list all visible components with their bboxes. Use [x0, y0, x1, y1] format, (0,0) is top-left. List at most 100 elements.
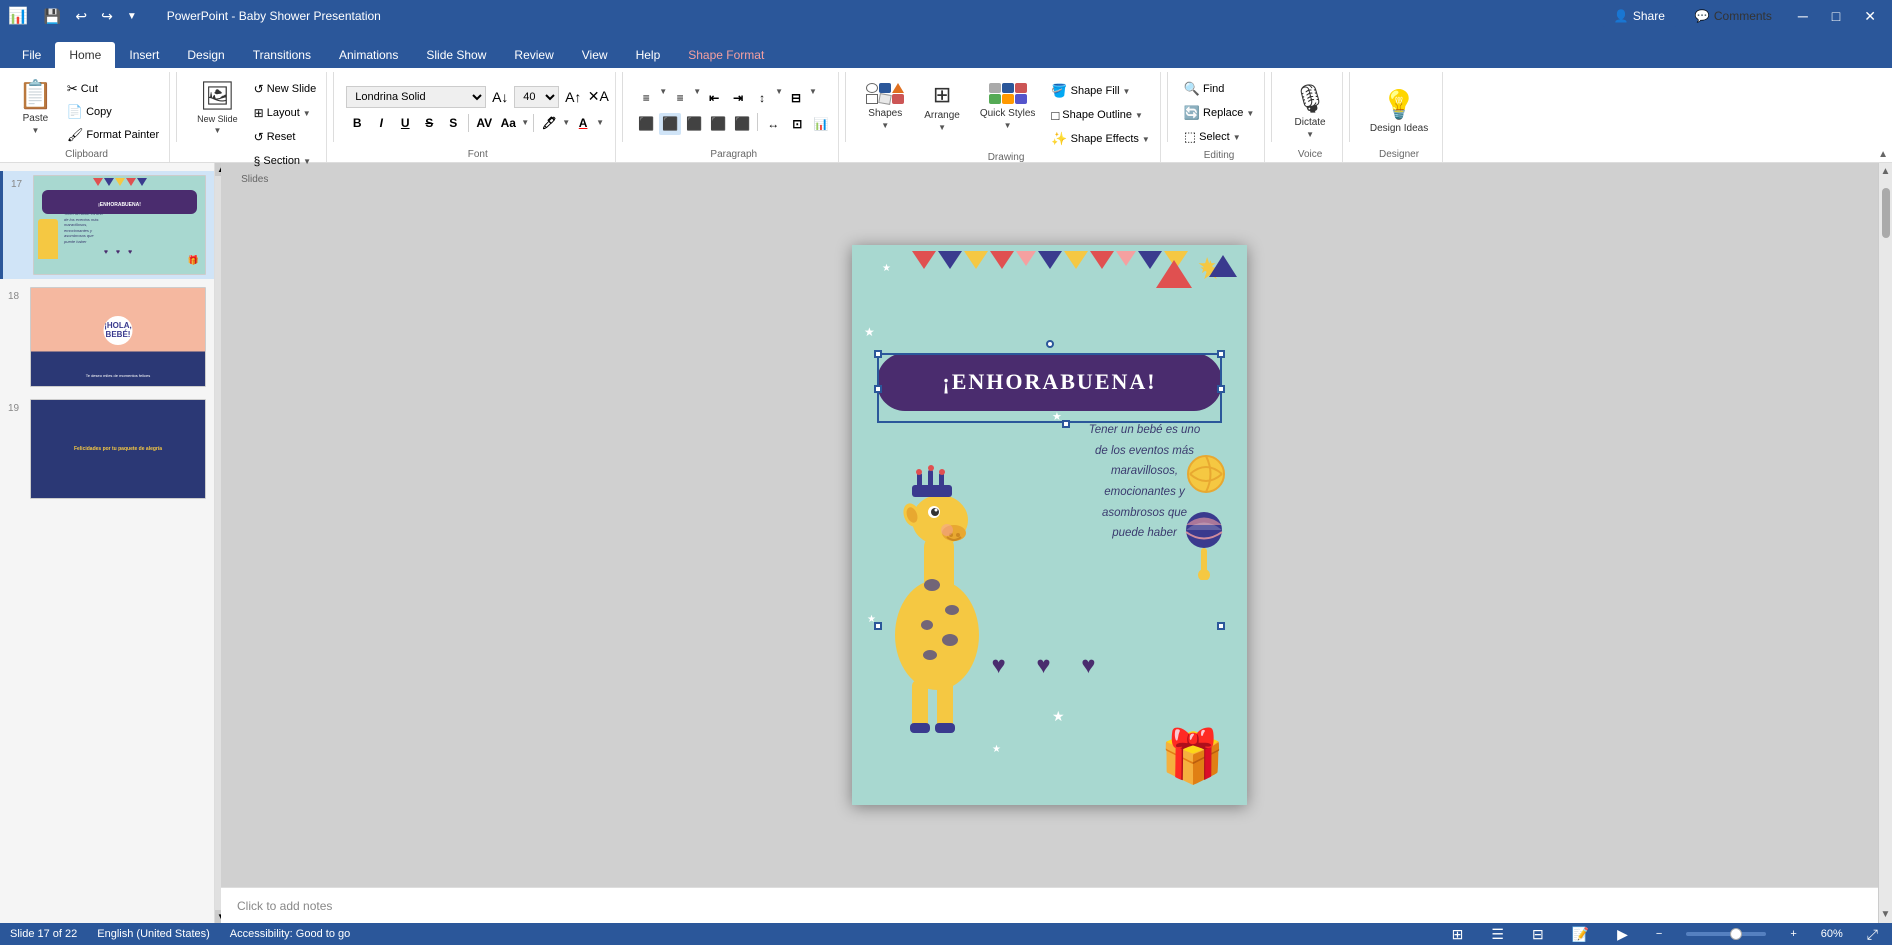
slide-thumb-18[interactable]: 18 ¡HOLA,BEBÉ! Te deseo miles de momento…: [0, 283, 214, 391]
paste-button[interactable]: 📋 Paste ▼: [10, 74, 61, 139]
layout-button[interactable]: ⊞ Layout ▼: [250, 102, 321, 124]
align-text-button[interactable]: ⊡: [786, 113, 808, 135]
shapes-button[interactable]: Shapes ▼: [858, 74, 912, 139]
numbering-button[interactable]: ≡: [669, 87, 691, 109]
shape-effects-button[interactable]: ✨ Shape Effects ▼: [1047, 128, 1153, 150]
highlight-button[interactable]: 🖊: [538, 112, 560, 134]
indent-less-button[interactable]: ⇤: [703, 87, 725, 109]
cut-button[interactable]: ✂ Cut: [63, 78, 163, 100]
zoom-in-button[interactable]: +: [1786, 926, 1800, 942]
notes-bar[interactable]: Click to add notes: [221, 887, 1878, 923]
line-spacing-button[interactable]: ↕: [751, 87, 773, 109]
voice-group-label: Voice: [1298, 147, 1322, 160]
tab-review[interactable]: Review: [500, 42, 567, 68]
arrange-button[interactable]: ⊞ Arrange ▼: [916, 74, 968, 139]
text-direction-button[interactable]: ↔: [762, 113, 784, 135]
scroll-thumb[interactable]: [1882, 188, 1890, 238]
tab-home[interactable]: Home: [55, 42, 115, 68]
star-white-4: ★: [992, 744, 1001, 755]
shadow-button[interactable]: S: [442, 112, 464, 134]
new-slide-button[interactable]: 🖼 New Slide ▼: [189, 74, 246, 139]
tab-slideshow[interactable]: Slide Show: [412, 42, 500, 68]
tab-insert[interactable]: Insert: [115, 42, 173, 68]
tab-shape-format[interactable]: Shape Format: [674, 42, 778, 68]
tab-help[interactable]: Help: [622, 42, 675, 68]
notes-placeholder[interactable]: Click to add notes: [237, 899, 332, 913]
change-case-button[interactable]: Aa: [497, 112, 519, 134]
title-banner[interactable]: ¡ENHORABUENA!: [877, 353, 1222, 411]
columns-button[interactable]: ⊟: [785, 87, 807, 109]
indent-more-button[interactable]: ⇥: [727, 87, 749, 109]
tab-transitions[interactable]: Transitions: [239, 42, 325, 68]
align-left-button[interactable]: ⬛: [635, 113, 657, 135]
find-button[interactable]: 🔍 Find: [1180, 78, 1229, 100]
select-button[interactable]: ⬚ Select ▼: [1180, 126, 1245, 148]
status-bar: Slide 17 of 22 English (United States) A…: [0, 923, 1892, 945]
design-ideas-button[interactable]: 💡 Design Ideas: [1362, 78, 1436, 143]
zoom-level[interactable]: 60%: [1821, 928, 1843, 940]
char-spacing-button[interactable]: AV: [473, 112, 495, 134]
font-size-select[interactable]: 40: [514, 86, 559, 108]
italic-button[interactable]: I: [370, 112, 392, 134]
font-size-increase[interactable]: A↑: [562, 86, 584, 108]
format-painter-button[interactable]: 🖌 Format Painter: [63, 124, 163, 146]
triangle-top-right2: [1209, 255, 1237, 277]
notes-page-button[interactable]: 📝: [1568, 924, 1593, 945]
justify-button[interactable]: ⬛: [707, 113, 729, 135]
quick-access-redo[interactable]: ↪: [97, 6, 117, 27]
collapse-ribbon-button[interactable]: ▲: [1878, 149, 1888, 160]
fit-to-window-button[interactable]: ⤢: [1863, 924, 1882, 945]
gift-box: 🎁: [1160, 726, 1225, 787]
scroll-up-button[interactable]: ▲: [1878, 163, 1892, 180]
slideshow-button[interactable]: ▶: [1613, 924, 1632, 945]
star-white-3: ★: [1052, 708, 1065, 725]
paragraph-group-label: Paragraph: [710, 147, 757, 160]
copy-button[interactable]: 📄 Copy: [63, 101, 163, 123]
reuse-slides-button[interactable]: ↺ New Slide: [250, 78, 321, 100]
designer-group-label: Designer: [1379, 147, 1419, 160]
slide-sorter-button[interactable]: ⊟: [1528, 924, 1548, 945]
strikethrough-button[interactable]: S: [418, 112, 440, 134]
scroll-down-button[interactable]: ▼: [1878, 906, 1892, 923]
font-color-button[interactable]: A: [572, 112, 594, 134]
minimize-button[interactable]: ─: [1790, 4, 1816, 28]
app-title: PowerPoint - Baby Shower Presentation: [167, 9, 381, 23]
tab-animations[interactable]: Animations: [325, 42, 412, 68]
slide-thumb-19[interactable]: 19 Felicidades por tu paquete de alegría: [0, 395, 214, 503]
maximize-button[interactable]: □: [1824, 4, 1848, 28]
zoom-out-button[interactable]: −: [1652, 926, 1666, 942]
smartart-button[interactable]: 📊: [810, 113, 832, 135]
quick-access-undo[interactable]: ↩: [71, 6, 91, 27]
shape-fill-button[interactable]: 🪣 Shape Fill ▼: [1047, 80, 1153, 102]
main-slide[interactable]: ★ ★ ★ ★ ¡ENHORABUENA! Tener u: [852, 245, 1247, 805]
font-size-decrease[interactable]: A↓: [489, 86, 511, 108]
tab-design[interactable]: Design: [173, 42, 238, 68]
comments-button[interactable]: 💬 Comments: [1685, 5, 1782, 27]
bold-button[interactable]: B: [346, 112, 368, 134]
dictate-button[interactable]: 🎙 Dictate ▼: [1284, 78, 1336, 143]
clear-format-button[interactable]: ✕A: [587, 86, 609, 108]
distributed-button[interactable]: ⬛: [731, 113, 753, 135]
section-button[interactable]: § Section ▼: [250, 150, 321, 172]
zoom-slider[interactable]: [1686, 932, 1766, 936]
bullets-button[interactable]: ≡: [635, 87, 657, 109]
normal-view-button[interactable]: ⊞: [1448, 924, 1468, 945]
outline-view-button[interactable]: ☰: [1487, 924, 1508, 945]
close-button[interactable]: ✕: [1856, 4, 1884, 29]
replace-button[interactable]: 🔄 Replace ▼: [1180, 102, 1258, 124]
align-center-button[interactable]: ⬛: [659, 113, 681, 135]
underline-button[interactable]: U: [394, 112, 416, 134]
editing-group-label: Editing: [1204, 148, 1235, 161]
quick-access-more[interactable]: ▼: [123, 9, 141, 24]
shape-outline-button[interactable]: □ Shape Outline ▼: [1047, 104, 1153, 126]
share-button[interactable]: 👤 Share: [1602, 5, 1677, 27]
align-right-button[interactable]: ⬛: [683, 113, 705, 135]
slide-thumb-17[interactable]: 17 ¡ENHORABUENA: [0, 171, 214, 279]
quick-styles-button[interactable]: Quick Styles ▼: [972, 74, 1044, 139]
quick-access-save[interactable]: 💾: [40, 6, 65, 27]
reset-button[interactable]: ↺ Reset: [250, 126, 321, 148]
tab-view[interactable]: View: [568, 42, 622, 68]
giraffe: [882, 415, 1022, 735]
font-family-select[interactable]: Londrina Solid: [346, 86, 486, 108]
tab-file[interactable]: File: [8, 42, 55, 68]
